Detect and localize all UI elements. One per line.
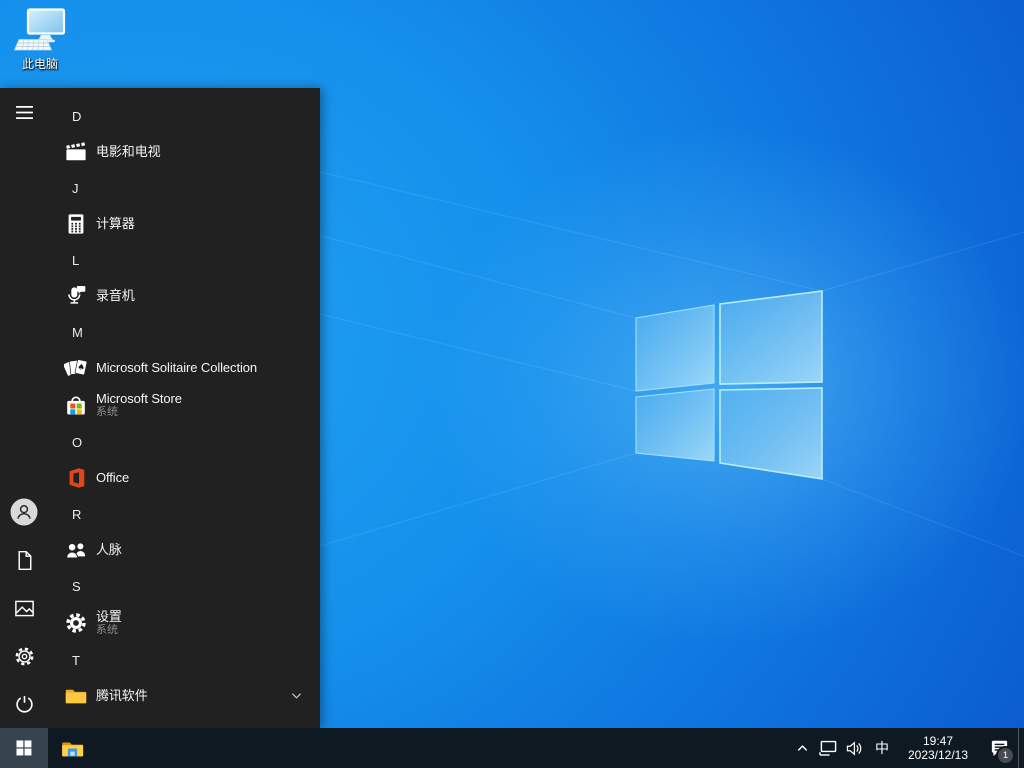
- app-subtitle: 系统: [96, 624, 118, 637]
- app-subtitle: 系统: [96, 406, 118, 419]
- taskbar-clock[interactable]: 19:47 2023/12/13: [896, 728, 980, 768]
- pictures-icon: [13, 597, 36, 620]
- app-label: Microsoft Store: [96, 390, 182, 406]
- chevron-up-icon: [795, 741, 810, 756]
- section-header-s[interactable]: S: [48, 568, 320, 604]
- volume-tray-button[interactable]: [841, 728, 868, 768]
- app-label: 录音机: [96, 288, 135, 304]
- section-header-t[interactable]: T: [48, 642, 320, 678]
- tray-time: 19:47: [922, 734, 954, 748]
- taskbar-empty-area: [96, 728, 790, 768]
- app-label: 计算器: [96, 216, 135, 232]
- app-label: 电影和电视: [96, 144, 161, 160]
- app-item-settings[interactable]: 设置 系统: [48, 604, 320, 642]
- hamburger-icon: [15, 105, 34, 120]
- app-label: Microsoft Solitaire Collection: [96, 360, 258, 376]
- section-letter: S: [72, 578, 81, 594]
- section-letter: R: [72, 506, 82, 522]
- file-explorer-button[interactable]: [48, 728, 96, 768]
- rail-bottom-group: [0, 488, 48, 728]
- action-center-button[interactable]: 1: [980, 728, 1018, 768]
- store-icon: [64, 393, 88, 417]
- section-letter: J: [72, 180, 79, 196]
- voice-recorder-icon: [64, 284, 88, 308]
- office-icon: [64, 466, 88, 490]
- app-item-movies-tv[interactable]: 电影和电视: [48, 134, 320, 170]
- system-tray: 中 19:47 2023/12/13 1: [790, 728, 1024, 768]
- rail-user-button[interactable]: [0, 488, 48, 536]
- network-icon: [818, 738, 838, 758]
- section-letter: L: [72, 252, 80, 268]
- app-label: 人脉: [96, 542, 122, 558]
- app-list: D 电影和电视 J 计算器 L 录音机 M ♠ Microsoft Solitaire Coll…: [48, 88, 320, 728]
- folder-icon: [64, 684, 88, 708]
- section-header-j[interactable]: J: [48, 170, 320, 206]
- app-label: Office: [96, 470, 130, 486]
- section-letter: T: [72, 652, 80, 668]
- calculator-icon: [64, 212, 88, 236]
- people-icon: [64, 538, 88, 562]
- section-header-r[interactable]: R: [48, 496, 320, 532]
- settings-icon: [64, 611, 88, 635]
- section-letter: D: [72, 108, 82, 124]
- start-menu: D 电影和电视 J 计算器 L 录音机 M ♠ Microsoft Solitaire Coll…: [0, 88, 320, 728]
- rail-settings-button[interactable]: [0, 632, 48, 680]
- start-button[interactable]: [0, 728, 48, 768]
- app-item-calculator[interactable]: 计算器: [48, 206, 320, 242]
- power-icon: [13, 693, 36, 716]
- rail-power-button[interactable]: [0, 680, 48, 728]
- movies-tv-icon: [64, 140, 88, 164]
- taskbar: 中 19:47 2023/12/13 1: [0, 728, 1024, 768]
- app-item-voice-recorder[interactable]: 录音机: [48, 278, 320, 314]
- section-header-m[interactable]: M: [48, 314, 320, 350]
- document-icon: [13, 549, 36, 572]
- show-desktop-button[interactable]: [1018, 728, 1024, 768]
- rail-pictures-button[interactable]: [0, 584, 48, 632]
- rail-documents-button[interactable]: [0, 536, 48, 584]
- section-header-w[interactable]: W: [48, 714, 320, 729]
- file-explorer-icon: [60, 736, 85, 761]
- desktop-icon-label: 此电脑: [21, 57, 58, 71]
- app-item-tencent-folder[interactable]: 腾讯软件: [48, 678, 320, 714]
- solitaire-icon: ♠: [64, 356, 88, 380]
- this-pc-icon: [12, 8, 68, 54]
- ime-indicator[interactable]: 中: [868, 728, 896, 768]
- section-letter: M: [72, 324, 83, 340]
- speaker-icon: [845, 739, 864, 758]
- section-header-o[interactable]: O: [48, 424, 320, 460]
- hidden-icons-button[interactable]: [790, 728, 814, 768]
- notification-badge: 1: [996, 746, 1015, 765]
- screen: 此电脑 D 电影和电视 J 计算器 L 录音机 M ♠ Microsoft Solitaire …: [0, 0, 1024, 768]
- app-item-solitaire[interactable]: ♠ Microsoft Solitaire Collection: [48, 350, 320, 386]
- start-menu-rail: [0, 88, 48, 728]
- user-avatar-icon: [10, 498, 38, 526]
- section-header-l[interactable]: L: [48, 242, 320, 278]
- gear-icon: [13, 645, 36, 668]
- desktop-icon-this-pc[interactable]: 此电脑: [4, 8, 76, 72]
- section-letter: O: [72, 434, 83, 450]
- app-item-office[interactable]: Office: [48, 460, 320, 496]
- hamburger-button[interactable]: [0, 88, 48, 136]
- app-label: 设置: [96, 608, 122, 624]
- app-item-store[interactable]: Microsoft Store 系统: [48, 386, 320, 424]
- app-item-people[interactable]: 人脉: [48, 532, 320, 568]
- windows-start-icon: [16, 740, 32, 756]
- app-label: 腾讯软件: [96, 688, 148, 704]
- section-header-d[interactable]: D: [48, 98, 320, 134]
- chevron-down-icon: [291, 692, 302, 700]
- network-tray-button[interactable]: [814, 728, 841, 768]
- tray-date: 2023/12/13: [907, 748, 969, 762]
